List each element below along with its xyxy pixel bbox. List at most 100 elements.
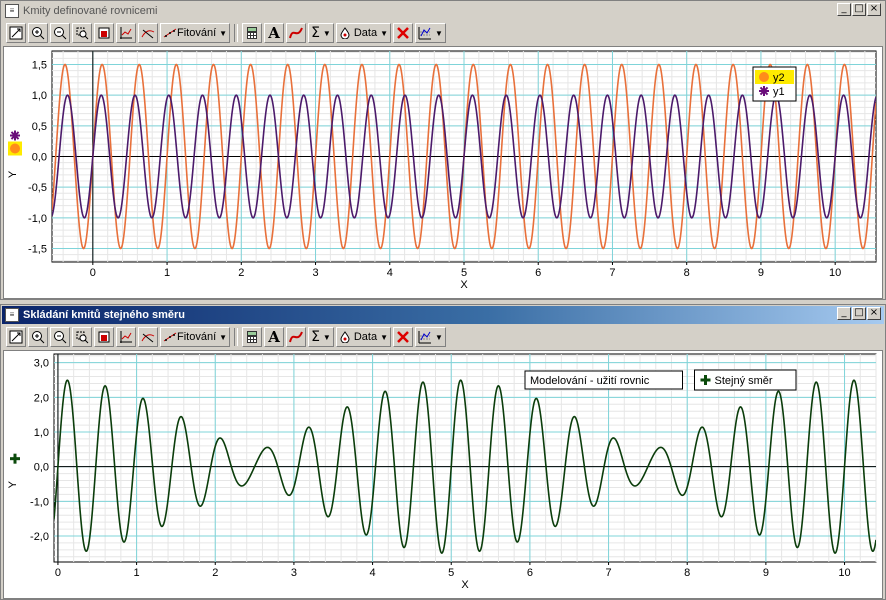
x-tick-label: 10 — [838, 567, 850, 579]
data-label: Data — [353, 331, 378, 343]
plot-area[interactable]: 0 1 2 3 4 5 6 7 8 9 10 -1,5 -1,0 -0,5 0,0 0,5 1,0 1,5 X Yy2… — [3, 46, 883, 299]
y-axis-label: Y — [7, 480, 19, 488]
x-tick-label: 5 — [461, 267, 467, 279]
close-button[interactable]: × — [867, 3, 881, 16]
y-axis-label: Y — [7, 170, 19, 178]
y-axis-series-marker[interactable] — [8, 141, 22, 156]
minimize-button[interactable]: _ — [837, 3, 851, 16]
zoom-box-icon[interactable] — [72, 23, 92, 43]
x-tick-label: 3 — [312, 267, 318, 279]
chevron-down-icon: ▼ — [219, 28, 228, 38]
legend-label: Stejný směr — [715, 375, 773, 387]
window-title: Skládání kmitů stejného směru — [23, 309, 185, 321]
x-tick-label: 3 — [291, 567, 297, 579]
window-titlebar[interactable]: ≡ Kmity definované rovnicemi _ □ × — [2, 2, 884, 20]
y-tick-label: 2,0 — [34, 392, 49, 404]
legend-label: y1 — [773, 86, 785, 98]
y-tick-label: 3,0 — [34, 358, 49, 370]
toolbar: Fitování ▼ A Σ ▼ Data ▼ ▼ — [3, 326, 883, 348]
legend[interactable]: y2y1 — [752, 66, 797, 102]
delete-icon[interactable] — [393, 327, 414, 347]
legend-label: y2 — [773, 72, 785, 84]
fit-dropdown[interactable]: Fitování ▼ — [160, 23, 231, 43]
autoscale-icon[interactable] — [6, 327, 26, 347]
x-tick-label: 8 — [684, 567, 690, 579]
x-tick-label: 10 — [829, 267, 841, 279]
annotation-box[interactable]: Modelování - užití rovnic — [524, 370, 683, 390]
y-tick-label: -1,0 — [28, 213, 47, 225]
data-dropdown[interactable]: Data ▼ — [335, 327, 392, 347]
calculator-icon[interactable] — [242, 327, 263, 347]
chart-options-dropdown[interactable]: ▼ — [415, 327, 446, 347]
lock-icon[interactable] — [94, 327, 114, 347]
curve-style-icon[interactable] — [286, 23, 307, 43]
x-tick-label: 8 — [684, 267, 690, 279]
y-tick-label: -0,5 — [28, 182, 47, 194]
y-tick-label: 0,5 — [32, 121, 47, 133]
chevron-down-icon: ▼ — [219, 332, 228, 342]
x-tick-label: 7 — [609, 267, 615, 279]
data-dropdown[interactable]: Data ▼ — [335, 23, 392, 43]
minimize-button[interactable]: _ — [837, 307, 851, 320]
chevron-down-icon: ▼ — [380, 332, 389, 342]
y-axis-series-marker[interactable] — [10, 130, 20, 141]
maximize-button[interactable]: □ — [852, 307, 866, 320]
fit-dropdown[interactable]: Fitování ▼ — [160, 327, 231, 347]
x-tick-label: 2 — [238, 267, 244, 279]
window-title: Kmity definované rovnicemi — [23, 5, 158, 17]
zoom-in-icon[interactable] — [28, 23, 48, 43]
text-icon[interactable]: A — [264, 327, 285, 347]
calculator-icon[interactable] — [242, 23, 263, 43]
curve-style-icon[interactable] — [286, 327, 307, 347]
zoom-box-icon[interactable] — [72, 327, 92, 347]
y-tick-label: -1,0 — [30, 496, 49, 508]
sum-dropdown[interactable]: Σ ▼ — [308, 327, 334, 347]
text-icon[interactable]: A — [264, 23, 285, 43]
x-tick-label: 2 — [212, 567, 218, 579]
chevron-down-icon: ▼ — [435, 332, 443, 342]
chevron-down-icon: ▼ — [322, 28, 331, 38]
x-tick-label: 9 — [763, 567, 769, 579]
zoom-in-icon[interactable] — [28, 327, 48, 347]
chart-options-dropdown[interactable]: ▼ — [415, 23, 446, 43]
autoscale-icon[interactable] — [6, 23, 26, 43]
y-tick-label: -2,0 — [30, 531, 49, 543]
sum-dropdown[interactable]: Σ ▼ — [308, 23, 334, 43]
window-app-icon: ≡ — [5, 308, 19, 322]
chart-svg[interactable]: 0 1 2 3 4 5 6 7 8 9 10 -1,5 -1,0 -0,5 0,0 0,5 1,0 1,5 X Yy2… — [4, 47, 884, 296]
chart-svg[interactable]: 0 1 2 3 4 5 6 7 8 9 10 -2,0 -1,0 0,0 1,0 2,0 3,0 X Y Stejný… — [4, 351, 884, 596]
y-tick-label: -1,5 — [28, 244, 47, 256]
lock-icon[interactable] — [94, 23, 114, 43]
grid-points-icon[interactable] — [116, 23, 136, 43]
x-tick-label: 4 — [387, 267, 393, 279]
zoom-out-icon[interactable] — [50, 23, 70, 43]
x-tick-label: 4 — [370, 567, 376, 579]
tangent-icon[interactable] — [138, 327, 158, 347]
toolbar-separator — [234, 328, 239, 346]
maximize-button[interactable]: □ — [852, 3, 866, 16]
x-tick-label: 7 — [605, 567, 611, 579]
window-app-icon: ≡ — [5, 4, 19, 18]
zoom-out-icon[interactable] — [50, 327, 70, 347]
chevron-down-icon: ▼ — [380, 28, 389, 38]
x-tick-label: 6 — [527, 567, 533, 579]
annotation-text: Modelování - užití rovnic — [530, 375, 650, 387]
plot-area[interactable]: 0 1 2 3 4 5 6 7 8 9 10 -2,0 -1,0 0,0 1,0 2,0 3,0 X Y Stejný… — [3, 350, 883, 599]
window-titlebar[interactable]: ≡ Skládání kmitů stejného směru _ □ × — [2, 306, 884, 324]
tangent-icon[interactable] — [138, 23, 158, 43]
window-top: ≡ Kmity definované rovnicemi _ □ × Fitov… — [0, 0, 886, 300]
legend[interactable]: Stejný směr — [694, 369, 797, 391]
x-tick-label: 1 — [134, 567, 140, 579]
x-axis-label: X — [461, 579, 469, 591]
grid-points-icon[interactable] — [116, 327, 136, 347]
x-axis-label: X — [460, 279, 468, 291]
window-bottom: ≡ Skládání kmitů stejného směru _ □ × Fi… — [0, 304, 886, 600]
toolbar: Fitování ▼ A Σ ▼ Data ▼ ▼ — [3, 22, 883, 44]
chevron-down-icon: ▼ — [322, 332, 331, 342]
x-tick-label: 0 — [90, 267, 96, 279]
chevron-down-icon: ▼ — [435, 28, 443, 38]
legend-item[interactable]: y2 — [755, 70, 794, 84]
close-button[interactable]: × — [867, 307, 881, 320]
delete-icon[interactable] — [393, 23, 414, 43]
y-axis-series-marker[interactable] — [10, 453, 20, 464]
